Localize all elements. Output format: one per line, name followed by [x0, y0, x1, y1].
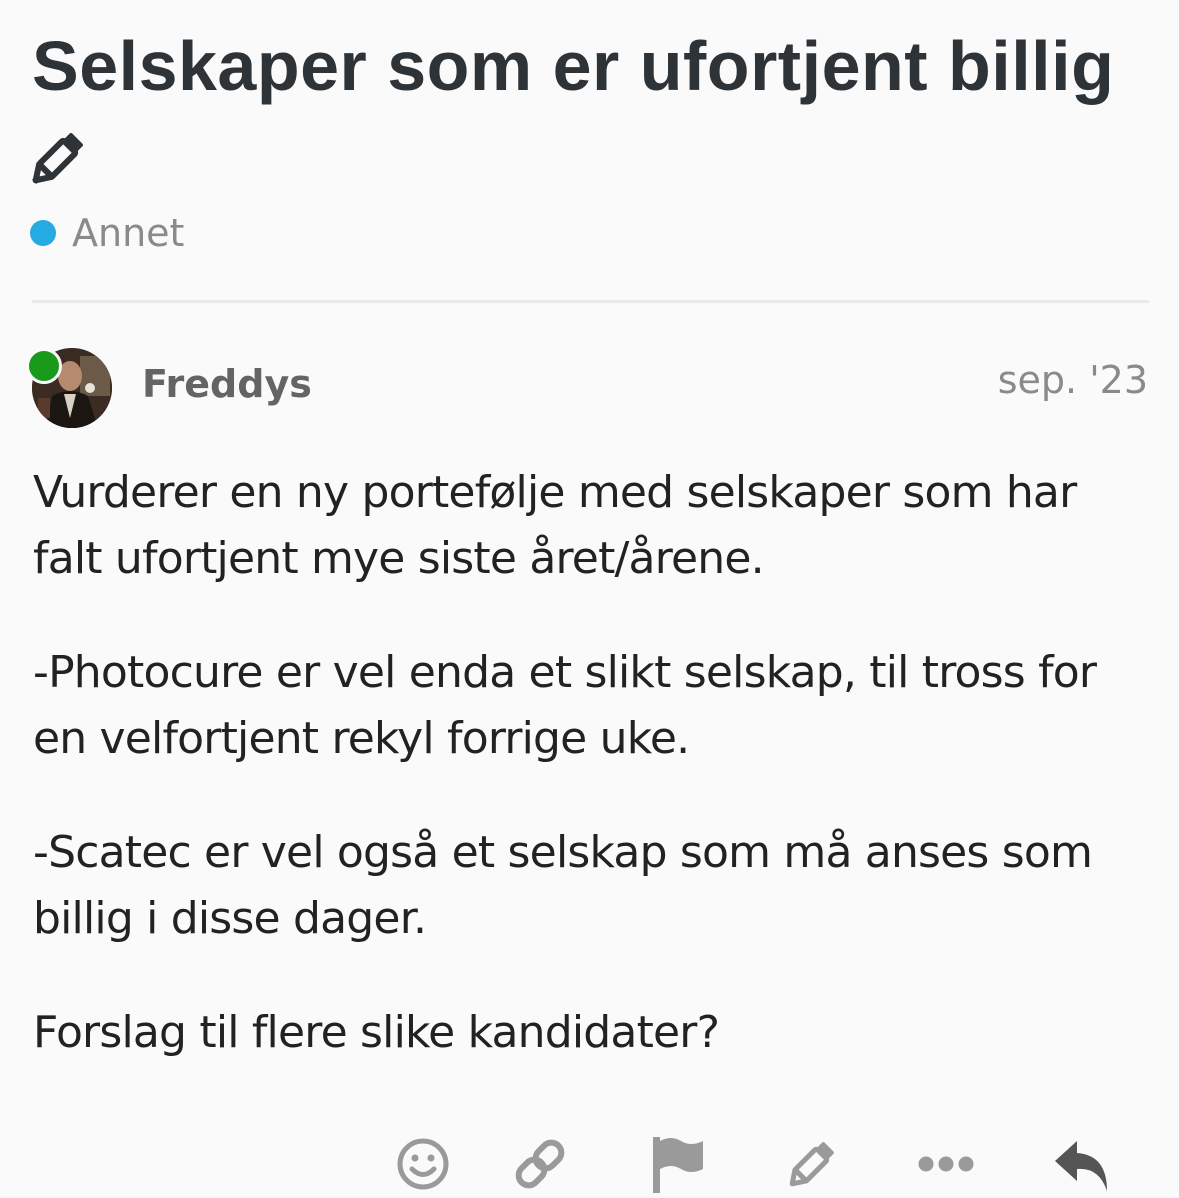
reply-icon: [1051, 1133, 1113, 1195]
post-author-username[interactable]: Freddys: [142, 362, 312, 406]
link-icon: [510, 1134, 570, 1194]
post-date[interactable]: sep. '23: [998, 358, 1148, 402]
more-actions-button[interactable]: [912, 1130, 980, 1198]
edit-post-button[interactable]: [778, 1130, 846, 1198]
flag-button[interactable]: [642, 1130, 710, 1198]
topic-title-area: Selskaper som er ufortjent billig: [32, 22, 1152, 110]
flag-icon: [645, 1133, 707, 1195]
reaction-button[interactable]: [389, 1130, 457, 1198]
post-paragraph: Forslag til flere slike kandidater?: [33, 1007, 720, 1058]
category-name: Annet: [72, 211, 185, 255]
author-avatar[interactable]: [26, 348, 112, 428]
title-divider: [32, 300, 1149, 303]
online-status-indicator: [26, 348, 62, 384]
reply-button[interactable]: [1048, 1130, 1116, 1198]
copy-link-button[interactable]: [506, 1130, 574, 1198]
smile-icon: [395, 1136, 451, 1192]
topic-title: Selskaper som er ufortjent billig: [32, 27, 1115, 105]
post-paragraph: Vurderer en ny portefølje med selskaper …: [33, 467, 1077, 584]
post-body: Vurderer en ny portefølje med selskaper …: [33, 460, 1153, 1114]
category-color-dot: [30, 220, 56, 246]
post-action-bar: [0, 1130, 1179, 1198]
category-badge[interactable]: Annet: [30, 208, 184, 258]
ellipsis-icon: [916, 1152, 976, 1176]
post-paragraph: -Photocure er vel enda et slikt selskap,…: [33, 647, 1097, 764]
post-paragraph: -Scatec er vel også et selskap som må an…: [33, 827, 1093, 944]
pencil-icon: [782, 1134, 842, 1194]
edit-title-pencil-icon[interactable]: [28, 126, 90, 188]
